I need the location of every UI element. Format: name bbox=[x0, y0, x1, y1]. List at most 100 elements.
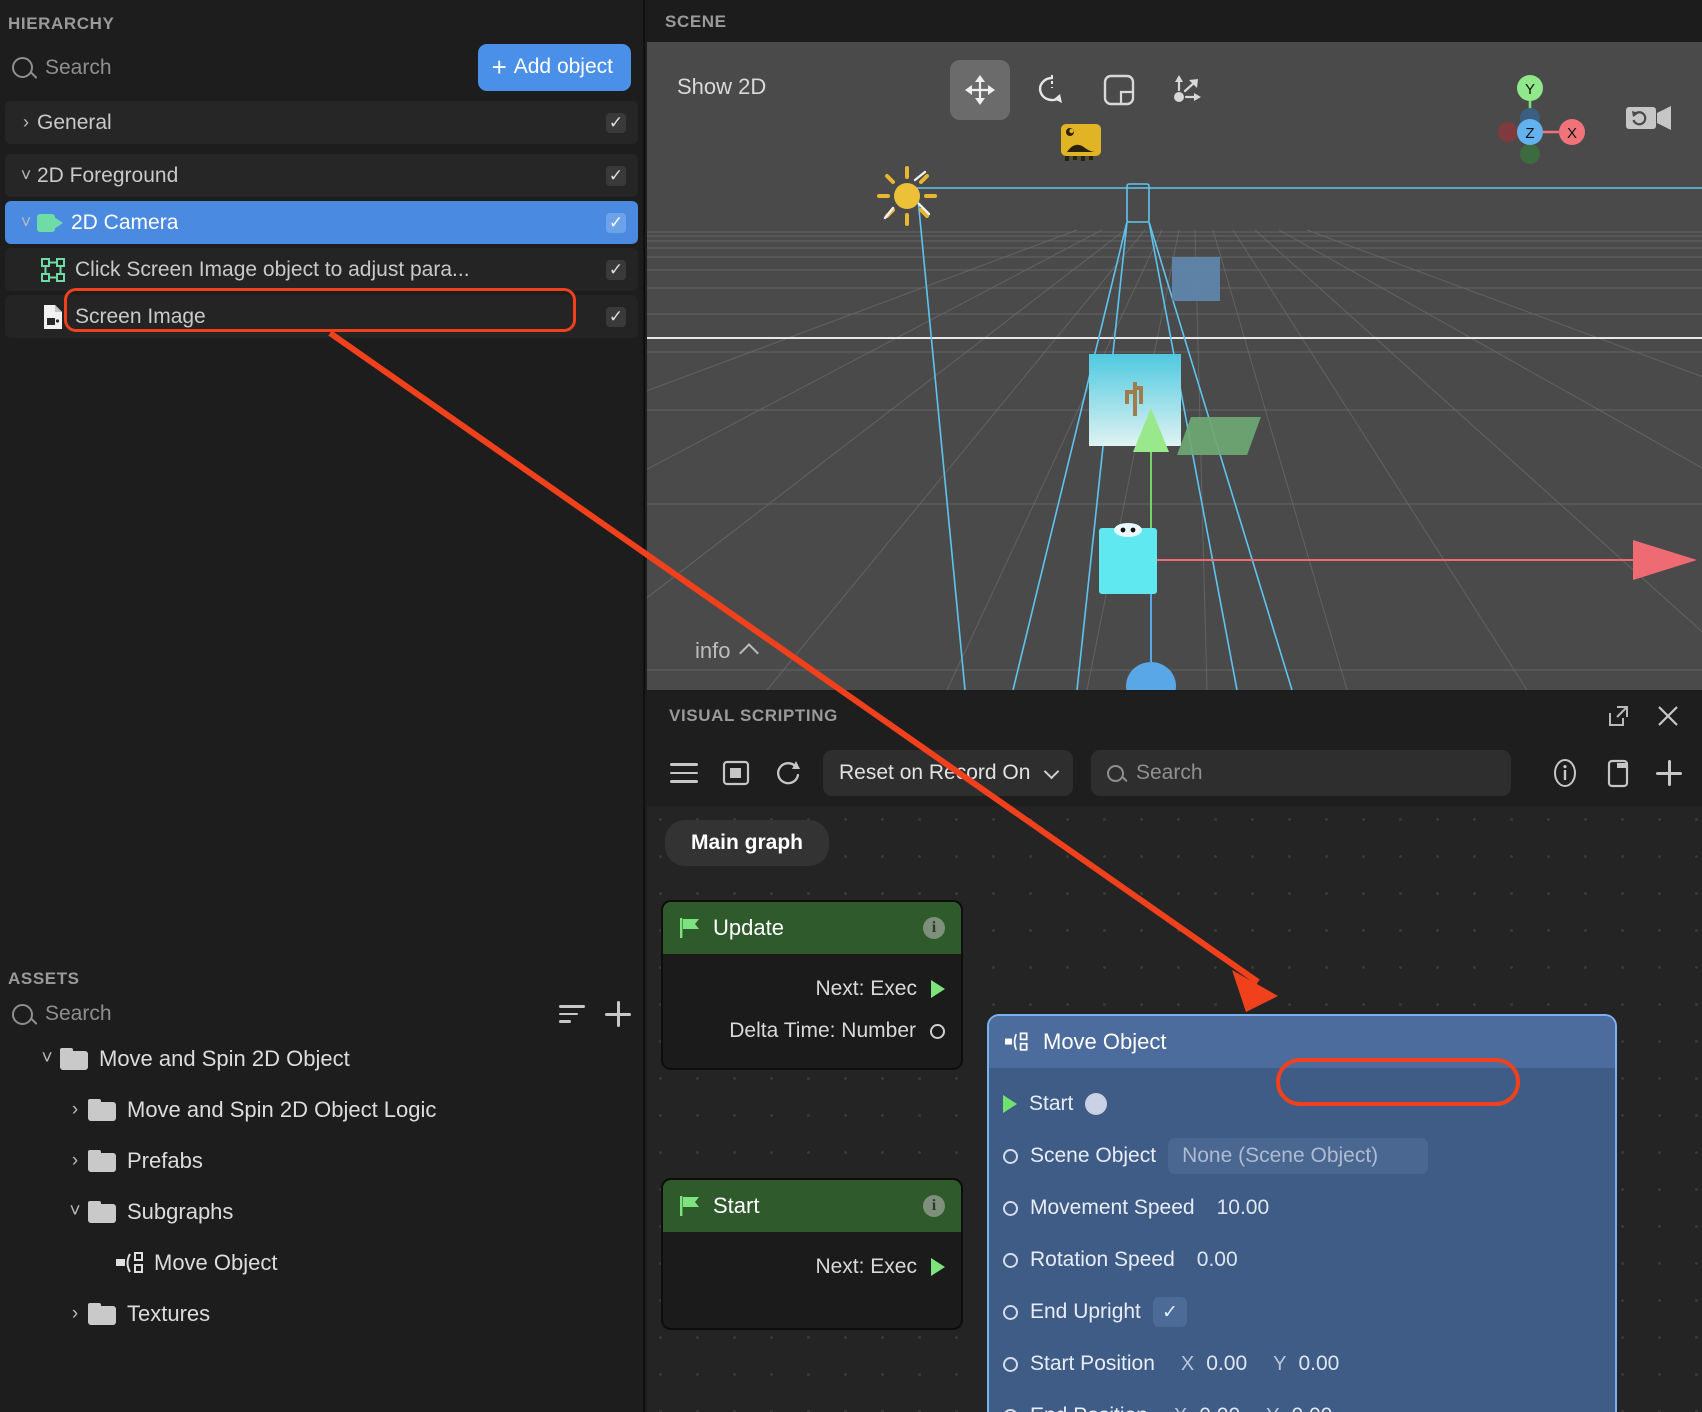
port-row[interactable]: Delta Time: Number bbox=[663, 1010, 961, 1052]
data-port-icon[interactable] bbox=[1003, 1148, 1018, 1164]
visibility-checkbox[interactable]: ✓ bbox=[606, 112, 626, 133]
end-upright-checkbox[interactable]: ✓ bbox=[1152, 1297, 1187, 1327]
visibility-checkbox[interactable]: ✓ bbox=[606, 165, 626, 186]
main-graph-tab[interactable]: Main graph bbox=[665, 820, 830, 866]
hierarchy-item-general[interactable]: › General ✓ bbox=[5, 101, 638, 144]
exec-port-icon[interactable] bbox=[931, 1258, 945, 1276]
gizmo-axis-z: Z bbox=[1525, 125, 1534, 142]
node-update[interactable]: Update i Next: Exec Delta Time: Number bbox=[661, 900, 963, 1070]
add-node-button[interactable] bbox=[1656, 760, 1682, 786]
show-2d-label[interactable]: Show 2D bbox=[677, 74, 766, 100]
hierarchy-search-input[interactable]: Search bbox=[12, 56, 468, 80]
node-start-header[interactable]: Start i bbox=[663, 1180, 961, 1232]
graph-search-placeholder: Search bbox=[1136, 761, 1203, 784]
node-start-title: Start bbox=[713, 1193, 760, 1218]
add-asset-icon[interactable] bbox=[605, 1001, 631, 1027]
info-toggle[interactable]: info bbox=[695, 638, 760, 664]
end-position-y-value[interactable]: 0.00 bbox=[1291, 1404, 1332, 1412]
row-rotation-speed[interactable]: Rotation Speed 0.00 bbox=[989, 1234, 1615, 1286]
chevron-right-icon[interactable]: › bbox=[62, 1099, 88, 1121]
assets-search-input[interactable]: Search bbox=[12, 1002, 112, 1026]
data-port-icon[interactable] bbox=[1003, 1356, 1018, 1372]
chevron-down-icon[interactable]: ˅ bbox=[15, 212, 37, 233]
data-port-icon[interactable] bbox=[1003, 1200, 1018, 1216]
info-button[interactable] bbox=[1550, 758, 1580, 788]
movement-speed-value[interactable]: 10.00 bbox=[1217, 1196, 1270, 1220]
asset-item-move-and-spin-2d-object[interactable]: ˅ Move and Spin 2D Object bbox=[0, 1033, 645, 1084]
port-label: Next: Exec bbox=[815, 977, 917, 1000]
row-end-upright[interactable]: End Upright ✓ bbox=[989, 1286, 1615, 1338]
visibility-checkbox[interactable]: ✓ bbox=[606, 306, 626, 327]
hierarchy-item-2d-foreground[interactable]: ˅ 2D Foreground ✓ bbox=[5, 154, 638, 197]
data-port-icon[interactable] bbox=[930, 1023, 945, 1039]
port-row[interactable]: Next: Exec bbox=[663, 1246, 961, 1288]
minimap-button[interactable] bbox=[719, 756, 753, 790]
node-update-body: Next: Exec Delta Time: Number bbox=[663, 954, 961, 1068]
row-scene-object[interactable]: Scene Object None (Scene Object) bbox=[989, 1130, 1615, 1182]
refresh-button[interactable] bbox=[771, 756, 805, 790]
chevron-down-icon[interactable]: ˅ bbox=[15, 165, 37, 186]
node-move-object[interactable]: Move Object Start Scene Object None (Sce… bbox=[987, 1014, 1617, 1412]
start-position-x-value[interactable]: 0.00 bbox=[1206, 1352, 1247, 1376]
scene-panel-title: SCENE bbox=[665, 12, 727, 31]
resize-tool-button[interactable] bbox=[1089, 60, 1149, 120]
row-end-position[interactable]: End Position X 0.00 Y 0.00 bbox=[989, 1390, 1615, 1412]
hierarchy-item-2d-camera[interactable]: ˅ 2D Camera ✓ bbox=[5, 201, 638, 244]
visibility-checkbox[interactable]: ✓ bbox=[606, 212, 626, 233]
graph-search-input[interactable]: Search bbox=[1091, 750, 1511, 796]
menu-button[interactable] bbox=[667, 756, 701, 790]
start-position-y-value[interactable]: 0.00 bbox=[1298, 1352, 1339, 1376]
move-tool-button[interactable] bbox=[950, 60, 1010, 120]
close-icon[interactable] bbox=[1656, 704, 1680, 728]
reset-mode-dropdown[interactable]: Reset on Record On bbox=[823, 750, 1073, 796]
port-label: Delta Time: Number bbox=[729, 1019, 916, 1042]
asset-item-move-object[interactable]: Move Object bbox=[0, 1237, 645, 1288]
hierarchy-search-row: Search + Add object bbox=[0, 34, 643, 97]
chevron-right-icon[interactable]: › bbox=[15, 112, 37, 133]
end-position-x-value[interactable]: 0.00 bbox=[1199, 1404, 1240, 1412]
folder-icon bbox=[60, 1047, 88, 1070]
clipboard-button[interactable] bbox=[1604, 758, 1632, 788]
chevron-right-icon[interactable]: › bbox=[62, 1150, 88, 1172]
popout-icon[interactable] bbox=[1606, 704, 1630, 728]
hierarchy-item-click-screen-image-hint[interactable]: Click Screen Image object to adjust para… bbox=[5, 248, 638, 291]
hierarchy-item-label: 2D Camera bbox=[71, 210, 179, 234]
node-update-header[interactable]: Update i bbox=[663, 902, 961, 954]
asset-item-textures[interactable]: › Textures bbox=[0, 1288, 645, 1339]
asset-item-subgraphs[interactable]: ˅ Subgraphs bbox=[0, 1186, 645, 1237]
row-start[interactable]: Start bbox=[989, 1078, 1615, 1130]
asset-item-move-and-spin-2d-object-logic[interactable]: › Move and Spin 2D Object Logic bbox=[0, 1084, 645, 1135]
hierarchy-item-screen-image[interactable]: Screen Image ✓ bbox=[5, 295, 638, 338]
exec-port-icon[interactable] bbox=[931, 980, 945, 998]
data-port-icon[interactable] bbox=[1003, 1252, 1018, 1268]
camera-icon bbox=[37, 213, 63, 232]
visibility-checkbox[interactable]: ✓ bbox=[606, 259, 626, 280]
data-port-icon[interactable] bbox=[1003, 1304, 1018, 1320]
row-start-position[interactable]: Start Position X 0.00 Y 0.00 bbox=[989, 1338, 1615, 1390]
reset-camera-icon[interactable] bbox=[1626, 102, 1674, 134]
node-move-object-header[interactable]: Move Object bbox=[989, 1016, 1615, 1068]
info-icon[interactable]: i bbox=[923, 917, 945, 939]
row-movement-speed[interactable]: Movement Speed 10.00 bbox=[989, 1182, 1615, 1234]
asset-item-prefabs[interactable]: › Prefabs bbox=[0, 1135, 645, 1186]
subgraph-icon bbox=[116, 1251, 143, 1273]
scene-object-field[interactable]: None (Scene Object) bbox=[1168, 1138, 1429, 1174]
data-port-icon[interactable] bbox=[1003, 1408, 1018, 1412]
exec-port-icon[interactable] bbox=[1003, 1095, 1017, 1113]
node-move-object-title: Move Object bbox=[1043, 1029, 1167, 1054]
node-start[interactable]: Start i Next: Exec bbox=[661, 1178, 963, 1330]
chevron-down-icon[interactable]: ˅ bbox=[34, 1048, 60, 1070]
filter-icon[interactable] bbox=[559, 1005, 585, 1023]
chevron-right-icon[interactable]: › bbox=[62, 1303, 88, 1325]
graph-canvas[interactable]: Main graph Update i Next: Exec Delta Tim… bbox=[647, 806, 1702, 1412]
chevron-down-icon[interactable]: ˅ bbox=[62, 1201, 88, 1223]
axis-gizmo[interactable]: Y X Z bbox=[1482, 62, 1592, 172]
rotate-tool-button[interactable] bbox=[1022, 60, 1082, 120]
exec-value-dot[interactable] bbox=[1085, 1093, 1108, 1115]
info-icon[interactable]: i bbox=[923, 1195, 945, 1217]
scene-viewport[interactable]: Show 2D info Y X Z bbox=[647, 42, 1702, 690]
port-row[interactable]: Next: Exec bbox=[663, 968, 961, 1010]
add-object-button[interactable]: + Add object bbox=[477, 44, 631, 91]
rotation-speed-value[interactable]: 0.00 bbox=[1197, 1248, 1238, 1272]
scale-tool-button[interactable] bbox=[1157, 60, 1217, 120]
